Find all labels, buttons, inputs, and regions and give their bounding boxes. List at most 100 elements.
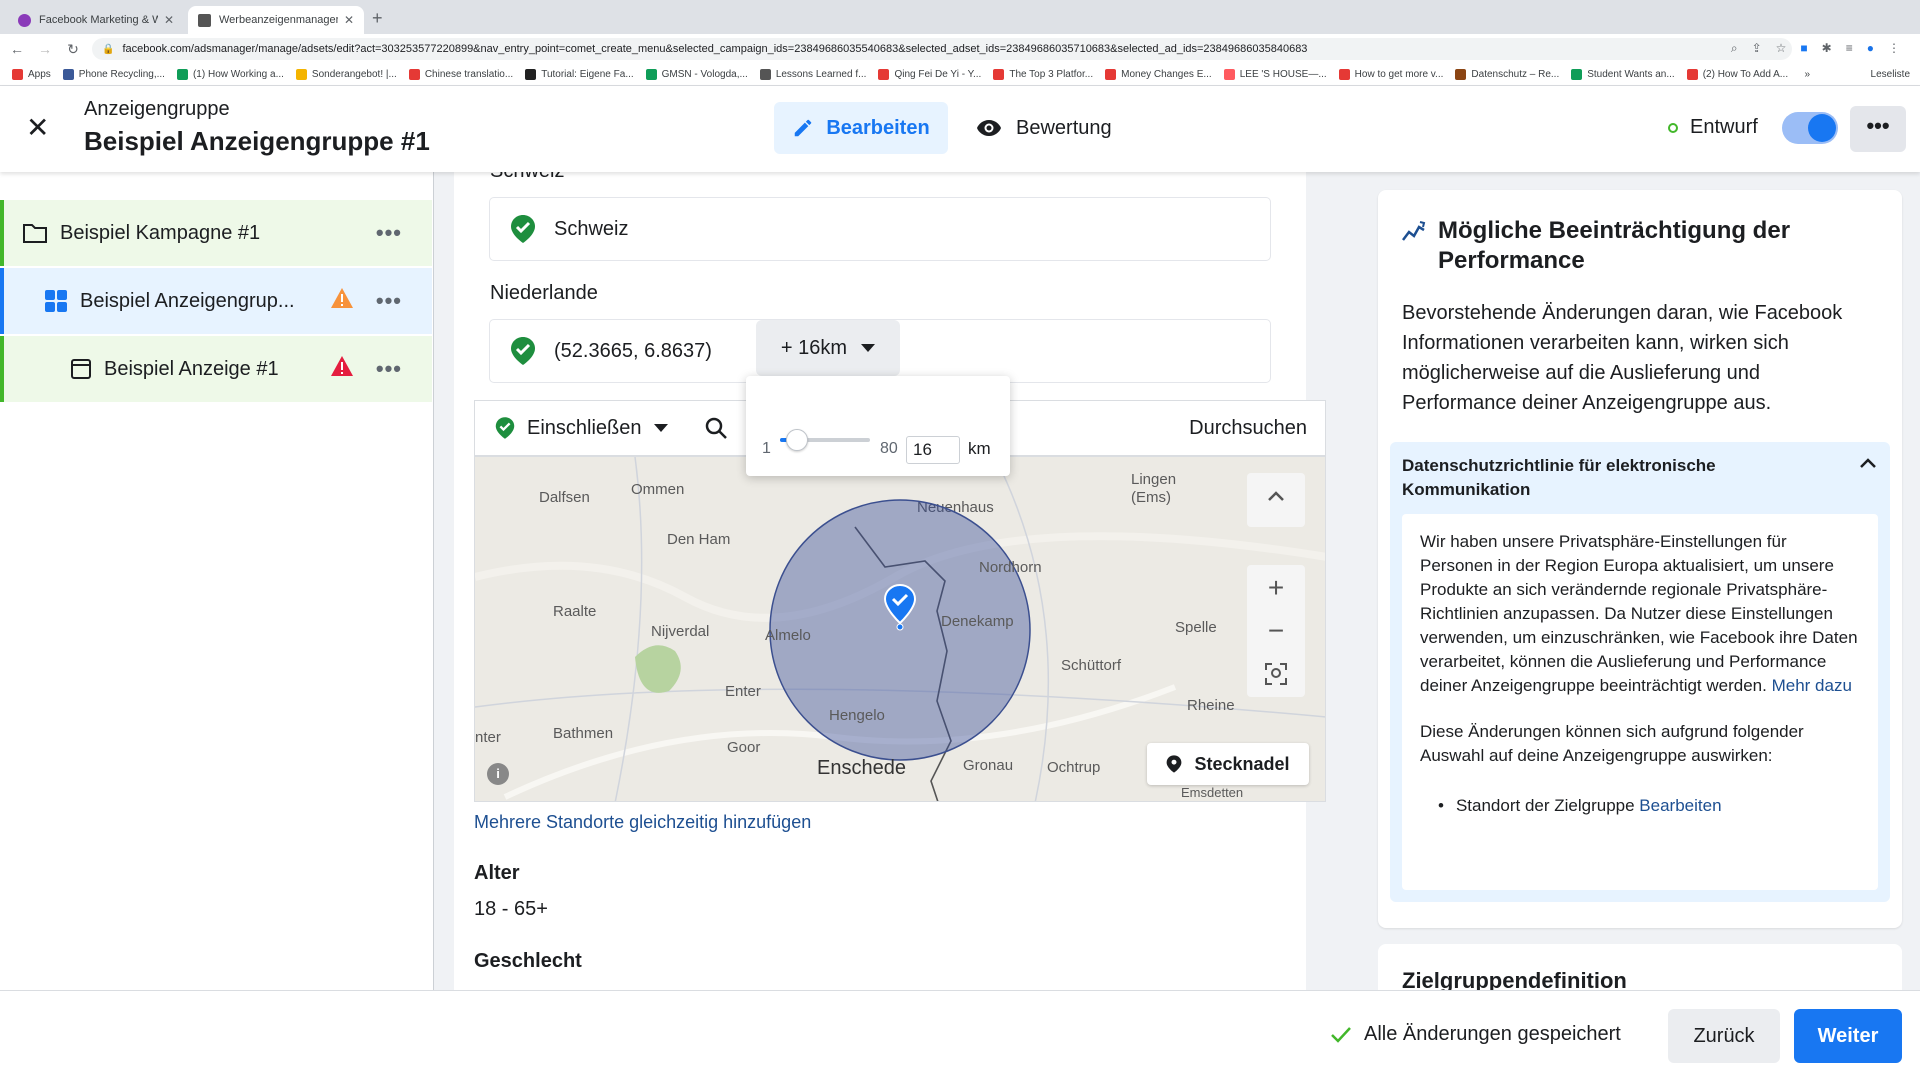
chevron-up-icon[interactable] [1860, 458, 1876, 468]
bookmark-item[interactable]: Phone Recycling,... [62, 69, 165, 80]
bookmark-item[interactable]: Student Wants an... [1571, 69, 1675, 80]
bookmark-item[interactable]: Datenschutz – Re... [1455, 69, 1559, 80]
bookmark-item[interactable]: Qing Fei De Yi - Y... [878, 69, 981, 80]
bookmark-favicon [295, 69, 307, 80]
bookmarks-more-button[interactable]: » [1804, 69, 1810, 80]
browser-tab-active[interactable]: Werbeanzeigenmanager - Wer ✕ [188, 6, 364, 34]
radius-input[interactable]: 16 [906, 436, 960, 464]
drop-pin-button[interactable]: Stecknadel [1147, 743, 1309, 785]
checkmark-icon [1331, 1026, 1351, 1043]
more-options-icon[interactable]: ••• [376, 356, 402, 382]
bookmark-favicon [12, 69, 23, 80]
share-icon[interactable]: ⇪ [1752, 41, 1762, 56]
right-panel: Mögliche Beeinträchtigung der Performanc… [1354, 172, 1920, 990]
zoom-icon[interactable]: ⌕ [1731, 41, 1738, 56]
browser-tab[interactable]: Facebook Marketing & Werbea ✕ [8, 6, 184, 34]
bookmark-item[interactable]: Apps [12, 69, 51, 80]
bookmark-item[interactable]: The Top 3 Platfor... [993, 69, 1093, 80]
bookmark-item[interactable]: Money Changes E... [1105, 69, 1212, 80]
star-icon[interactable]: ☆ [1776, 41, 1787, 56]
location-row-nl[interactable]: (52.3665, 6.8637) + 16km [490, 320, 1270, 382]
tab-close-icon[interactable]: ✕ [164, 13, 174, 27]
extension-icon[interactable]: ■ [1800, 41, 1807, 56]
reading-list-button[interactable]: Leseliste [1871, 69, 1910, 80]
radius-dropdown[interactable]: + 16km [756, 320, 900, 376]
include-select[interactable]: Einschließen [495, 416, 668, 440]
bookmark-favicon [993, 69, 1005, 80]
location-row-ch[interactable]: Schweiz [490, 198, 1270, 260]
map-place: Almelo [765, 627, 811, 644]
reload-icon[interactable]: ↻ [62, 41, 84, 58]
map-view[interactable]: Dalfsen Ommen Den Ham Neuenhaus Lingen (… [474, 456, 1326, 802]
map-place: Hengelo [829, 707, 885, 724]
info-icon[interactable]: i [487, 763, 509, 785]
more-options-icon[interactable]: ••• [376, 288, 402, 314]
more-options-icon[interactable]: ••• [376, 220, 402, 246]
bookmark-label: Chinese translatio... [424, 69, 514, 80]
bookmark-item[interactable]: (1) How Working a... [176, 69, 284, 80]
tree-item-ad[interactable]: Beispiel Anzeige #1 ••• [0, 336, 432, 402]
puzzle-icon[interactable]: ✱ [1822, 41, 1832, 56]
bookmark-item[interactable]: How to get more v... [1338, 69, 1444, 80]
bookmark-favicon [1105, 69, 1117, 80]
bookmark-item[interactable]: Tutorial: Eigene Fa... [525, 69, 634, 80]
caret-down-icon [653, 424, 668, 432]
radius-popover: 1 80 16 km [746, 376, 1010, 476]
map-collapse-button[interactable] [1247, 473, 1305, 527]
edit-location-link[interactable]: Bearbeiten [1639, 796, 1721, 815]
zoom-out-icon[interactable]: − [1247, 611, 1305, 651]
url-field[interactable]: 🔒 facebook.com/adsmanager/manage/adsets/… [92, 38, 1792, 60]
tree-item-campaign[interactable]: Beispiel Kampagne #1 ••• [0, 200, 432, 266]
privacy-heading[interactable]: Datenschutzrichtlinie für elektronische … [1402, 454, 1832, 502]
warning-icon [330, 287, 354, 315]
radius-slider[interactable] [780, 429, 870, 451]
review-button[interactable]: Bewertung [976, 102, 1112, 154]
footer-bar: Alle Änderungen gespeichert Zurück Weite… [0, 990, 1920, 1080]
privacy-accordion: Datenschutzrichtlinie für elektronische … [1390, 442, 1890, 902]
more-options-button[interactable]: ••• [1850, 106, 1906, 152]
bookmark-item[interactable]: Lessons Learned f... [759, 69, 866, 80]
new-tab-button[interactable]: + [372, 8, 383, 29]
edit-button-label: Bearbeiten [826, 116, 930, 139]
radius-unit: km [968, 439, 991, 458]
location-card: Schweiz Schweiz Niederlande (52.3665, 6.… [454, 172, 1326, 990]
edit-button[interactable]: Bearbeiten [774, 102, 948, 154]
back-button[interactable]: Zurück [1668, 1009, 1780, 1063]
menu-list-icon[interactable]: ≡ [1846, 41, 1853, 56]
bookmark-label: Sonderangebot! |... [311, 69, 397, 80]
zoom-in-icon[interactable]: + [1247, 565, 1305, 611]
back-arrow-icon[interactable]: ← [6, 41, 28, 57]
profile-icon[interactable]: ● [1867, 41, 1874, 56]
bookmark-label: The Top 3 Platfor... [1009, 69, 1094, 80]
next-button[interactable]: Weiter [1794, 1009, 1902, 1063]
close-icon[interactable]: ✕ [26, 114, 49, 142]
tree-item-label: Beispiel Anzeige #1 [104, 357, 279, 380]
bookmark-item[interactable]: Chinese translatio... [408, 69, 514, 80]
tab-close-icon[interactable]: ✕ [344, 13, 354, 27]
kebab-menu-icon[interactable]: ⋮ [1888, 41, 1900, 56]
search-icon[interactable] [704, 416, 728, 440]
bookmark-favicon [878, 69, 890, 80]
bookmark-item[interactable]: Sonderangebot! |... [295, 69, 397, 80]
slider-handle[interactable] [786, 429, 809, 451]
changes-text: Diese Änderungen können sich aufgrund fo… [1420, 722, 1804, 765]
performance-title: Mögliche Beeinträchtigung der Performanc… [1438, 217, 1791, 274]
forward-arrow-icon[interactable]: → [34, 41, 56, 57]
bookmark-item[interactable]: (2) How To Add A... [1686, 69, 1788, 80]
audience-definition-card: Zielgruppendefinition [1378, 944, 1902, 990]
browse-link[interactable]: Durchsuchen [1189, 417, 1307, 440]
bookmark-label: Student Wants an... [1587, 69, 1675, 80]
add-multiple-locations-link[interactable]: Mehrere Standorte gleichzeitig hinzufüge… [474, 812, 811, 833]
my-location-icon[interactable] [1247, 651, 1305, 697]
bookmark-item[interactable]: LEE 'S HOUSE—... [1223, 69, 1327, 80]
page-subtitle: Anzeigengruppe [84, 98, 230, 120]
bookmark-label: How to get more v... [1354, 69, 1444, 80]
bookmark-item[interactable]: GMSN - Vologda,... [645, 69, 748, 80]
country-label-nl: Niederlande [490, 282, 598, 304]
status-toggle[interactable] [1782, 112, 1838, 144]
tree-item-adset[interactable]: Beispiel Anzeigengrup... ••• [0, 268, 432, 334]
bookmark-favicon [176, 69, 188, 80]
pin-icon [1167, 755, 1182, 773]
learn-more-link[interactable]: Mehr dazu [1772, 676, 1852, 695]
bookmark-favicon [408, 69, 420, 80]
